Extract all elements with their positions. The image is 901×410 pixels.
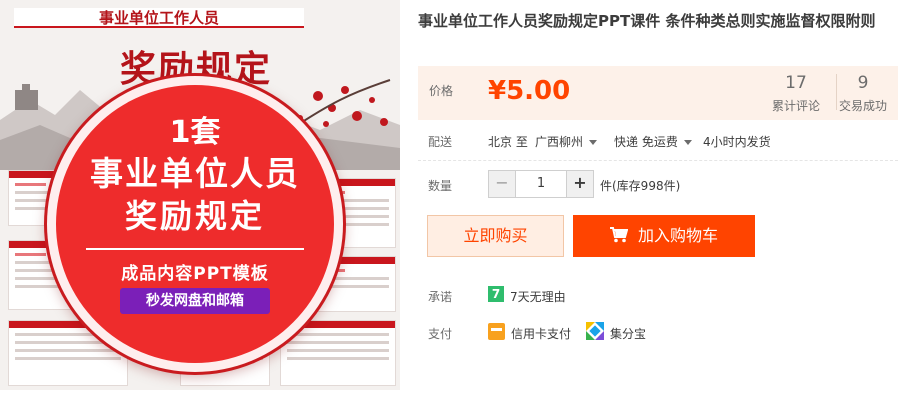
add-to-cart-label: 加入购物车: [637, 226, 718, 245]
price-panel: 价格 ¥5.00 17 累计评论 9 交易成功: [418, 66, 898, 120]
cart-icon: [609, 227, 628, 243]
deals-count-stat[interactable]: 9 交易成功: [828, 73, 898, 114]
ship-time: 4小时内发货: [703, 135, 771, 149]
delivery-destination: 广西柳州: [535, 135, 584, 149]
promo-line-4: 成品内容PPT模板: [121, 264, 269, 284]
review-count-stat[interactable]: 17 累计评论: [761, 73, 831, 114]
chevron-down-icon: [589, 140, 598, 145]
jifenbao-icon: [586, 322, 604, 340]
review-count: 17: [785, 73, 807, 93]
promo-line-1: 1套: [169, 115, 221, 150]
shipping-method-select[interactable]: 快递 免运费: [614, 133, 692, 150]
promise-label: 承诺: [428, 290, 453, 304]
poster-header: 事业单位工作人员: [14, 8, 304, 28]
buy-now-button[interactable]: 立即购买: [427, 215, 564, 257]
return-policy-link[interactable]: 7天无理由: [510, 288, 566, 305]
deals-count-label: 交易成功: [838, 99, 887, 113]
delivery-destination-select[interactable]: 广西柳州: [535, 133, 598, 150]
decrease-button[interactable]: −: [489, 171, 515, 197]
promo-badge: 秒发网盘和邮箱: [120, 288, 270, 314]
promo-circle: 1套 事业单位人员 奖励规定 成品内容PPT模板 秒发网盘和邮箱: [47, 76, 343, 372]
payment-method-credit[interactable]: 信用卡支付: [511, 325, 571, 342]
promo-line-2: 事业单位人员: [90, 154, 300, 193]
seven-day-return-icon: 7: [488, 286, 504, 302]
delivery-from: 北京 至: [488, 135, 528, 149]
delivery-label: 配送: [428, 135, 453, 149]
stock-info: 件(库存998件): [600, 179, 681, 193]
quantity-label: 数量: [428, 179, 453, 193]
review-count-label: 累计评论: [771, 99, 820, 113]
product-image[interactable]: 事业单位工作人员 奖励规定 1套 事业单位人员 奖励规定 成品内容PPT模板 秒…: [0, 0, 400, 390]
product-title: 事业单位工作人员奖励规定PPT课件 条件种类总则实施监督权限附则: [418, 12, 876, 30]
credit-card-icon: [488, 323, 505, 340]
promo-line-3: 奖励规定: [124, 197, 265, 235]
chevron-down-icon: [683, 140, 692, 145]
increase-button[interactable]: +: [567, 171, 593, 197]
add-to-cart-button[interactable]: 加入购物车: [573, 215, 755, 257]
payment-method-jifenbao[interactable]: 集分宝: [610, 325, 646, 342]
price-value: ¥5.00: [488, 76, 571, 106]
payment-label: 支付: [428, 327, 453, 341]
promo-divider: [86, 248, 304, 250]
shipping-method: 快递 免运费: [614, 135, 678, 149]
quantity-input[interactable]: 1: [515, 171, 567, 197]
section-divider: [418, 160, 898, 161]
deals-count: 9: [857, 73, 869, 93]
quantity-stepper: − 1 +: [488, 170, 594, 198]
price-label: 价格: [429, 84, 454, 98]
